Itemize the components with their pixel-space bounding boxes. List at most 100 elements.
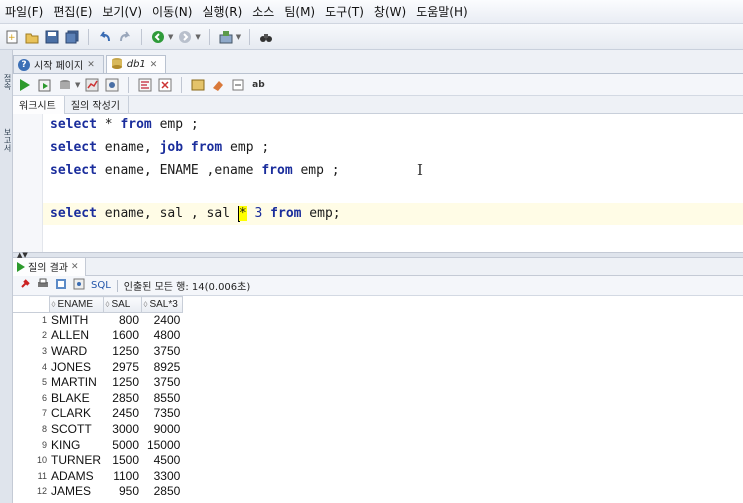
row-number[interactable]: 1 [13,313,49,329]
cell-sal3[interactable]: 3750 [141,344,182,360]
open-folder-icon[interactable] [24,29,40,45]
cell-ename[interactable]: TURNER [49,453,103,469]
table-row[interactable]: 3 WARD 1250 3750 [13,344,182,360]
row-number[interactable]: 11 [13,468,49,484]
run-script-icon[interactable] [37,77,53,93]
row-number[interactable]: 6 [13,390,49,406]
cell-sal3[interactable]: 9000 [141,422,182,438]
forward-dropdown-icon[interactable]: ▼ [195,33,200,41]
cell-ename[interactable]: SMITH [49,313,103,329]
table-row[interactable]: 4 JONES 2975 8925 [13,359,182,375]
redo-icon[interactable] [117,29,133,45]
cell-sal[interactable]: 2850 [103,390,141,406]
menu-file[interactable]: 파일(F) [0,3,48,20]
cell-ename[interactable]: CLARK [49,406,103,422]
cell-ename[interactable]: JAMES [49,484,103,500]
commit-icon[interactable] [57,77,73,93]
cell-sal[interactable]: 3000 [103,422,141,438]
pin-icon[interactable] [19,278,31,293]
menu-window[interactable]: 창(W) [369,3,411,20]
row-number[interactable]: 12 [13,484,49,500]
cell-sal3[interactable]: 7350 [141,406,182,422]
cell-sal3[interactable]: 3300 [141,468,182,484]
clear-icon[interactable] [157,77,173,93]
sql-editor[interactable]: select * from emp ; select ename, job fr… [13,114,743,252]
ab-icon[interactable]: ab [250,77,266,93]
cell-sal3[interactable]: 8550 [141,390,182,406]
cell-ename[interactable]: KING [49,437,103,453]
sql-worksheet-icon[interactable] [218,29,234,45]
cell-sal[interactable]: 2450 [103,406,141,422]
table-row[interactable]: 2 ALLEN 1600 4800 [13,328,182,344]
cell-ename[interactable]: JONES [49,359,103,375]
row-number[interactable]: 5 [13,375,49,391]
cell-sal[interactable]: 1100 [103,468,141,484]
connections-side-tab[interactable]: 접속 [1,74,12,90]
autotrace-icon[interactable] [104,77,120,93]
undo-icon[interactable] [97,29,113,45]
tab-worksheet[interactable]: 워크시트 [13,95,65,114]
column-header-sal3[interactable]: ◊ SAL*3 [140,296,183,313]
tab-db1[interactable]: db1 ✕ [105,55,167,73]
cell-ename[interactable]: BLAKE [49,390,103,406]
menu-team[interactable]: 팀(M) [279,3,320,20]
tab-start-page[interactable]: ? 시작 페이지 ✕ [13,55,104,73]
cell-ename[interactable]: SCOTT [49,422,103,438]
binoculars-icon[interactable] [258,29,274,45]
cell-sal[interactable]: 1250 [103,344,141,360]
menu-source[interactable]: 소스 [247,3,279,20]
cell-sal[interactable]: 5000 [103,437,141,453]
refresh-icon[interactable] [73,278,85,293]
cell-ename[interactable]: ADAMS [49,468,103,484]
tab-query-result[interactable]: 질의 결과 ✕ [13,257,86,276]
table-row[interactable]: 7 CLARK 2450 7350 [13,406,182,422]
cell-sal3[interactable]: 2400 [141,313,182,329]
explain-plan-icon[interactable] [84,77,100,93]
row-number[interactable]: 7 [13,406,49,422]
menu-edit[interactable]: 편집(E) [48,3,97,20]
results-grid[interactable]: ◊ ENAME ◊ SAL ◊ SAL*3 1 SMITH 800 2400 2 ALLEN 16… [13,296,743,503]
format-icon[interactable] [137,77,153,93]
commit-dropdown-icon[interactable]: ▼ [75,81,80,89]
cell-sal[interactable]: 1250 [103,375,141,391]
table-row[interactable]: 8 SCOTT 3000 9000 [13,422,182,438]
tuning-icon[interactable] [230,77,246,93]
tab-query-builder[interactable]: 질의 작성기 [65,95,129,114]
table-row[interactable]: 1 SMITH 800 2400 [13,313,182,329]
column-header-sal[interactable]: ◊ SAL [102,296,142,313]
table-row[interactable]: 6 BLAKE 2850 8550 [13,390,182,406]
table-row[interactable]: 5 MARTIN 1250 3750 [13,375,182,391]
row-number[interactable]: 3 [13,344,49,360]
row-number[interactable]: 2 [13,328,49,344]
close-icon[interactable]: ✕ [87,60,95,70]
row-number[interactable]: 9 [13,437,49,453]
sql-link[interactable]: SQL [91,280,111,291]
sql-history-icon[interactable] [190,77,206,93]
row-number[interactable]: 4 [13,359,49,375]
back-dropdown-icon[interactable]: ▼ [168,33,173,41]
cell-ename[interactable]: WARD [49,344,103,360]
sql-worksheet-dropdown-icon[interactable]: ▼ [236,33,241,41]
save-icon[interactable] [44,29,60,45]
back-icon[interactable] [150,29,166,45]
new-file-icon[interactable]: + [4,29,20,45]
cell-sal[interactable]: 1600 [103,328,141,344]
cell-ename[interactable]: MARTIN [49,375,103,391]
cell-sal3[interactable]: 4800 [141,328,182,344]
cell-sal3[interactable]: 8925 [141,359,182,375]
row-number[interactable]: 10 [13,453,49,469]
cell-sal[interactable]: 1500 [103,453,141,469]
run-statement-icon[interactable] [17,77,33,93]
menu-tools[interactable]: 도구(T) [320,3,369,20]
eraser-icon[interactable] [210,77,226,93]
reports-side-tab[interactable]: 보고서 [1,128,12,152]
cell-ename[interactable]: ALLEN [49,328,103,344]
cell-sal3[interactable]: 3750 [141,375,182,391]
table-row[interactable]: 12 JAMES 950 2850 [13,484,182,500]
menu-help[interactable]: 도움말(H) [411,3,473,20]
print-icon[interactable] [37,278,49,293]
row-number[interactable]: 8 [13,422,49,438]
cell-sal[interactable]: 950 [103,484,141,500]
cell-sal[interactable]: 2975 [103,359,141,375]
table-row[interactable]: 11 ADAMS 1100 3300 [13,468,182,484]
